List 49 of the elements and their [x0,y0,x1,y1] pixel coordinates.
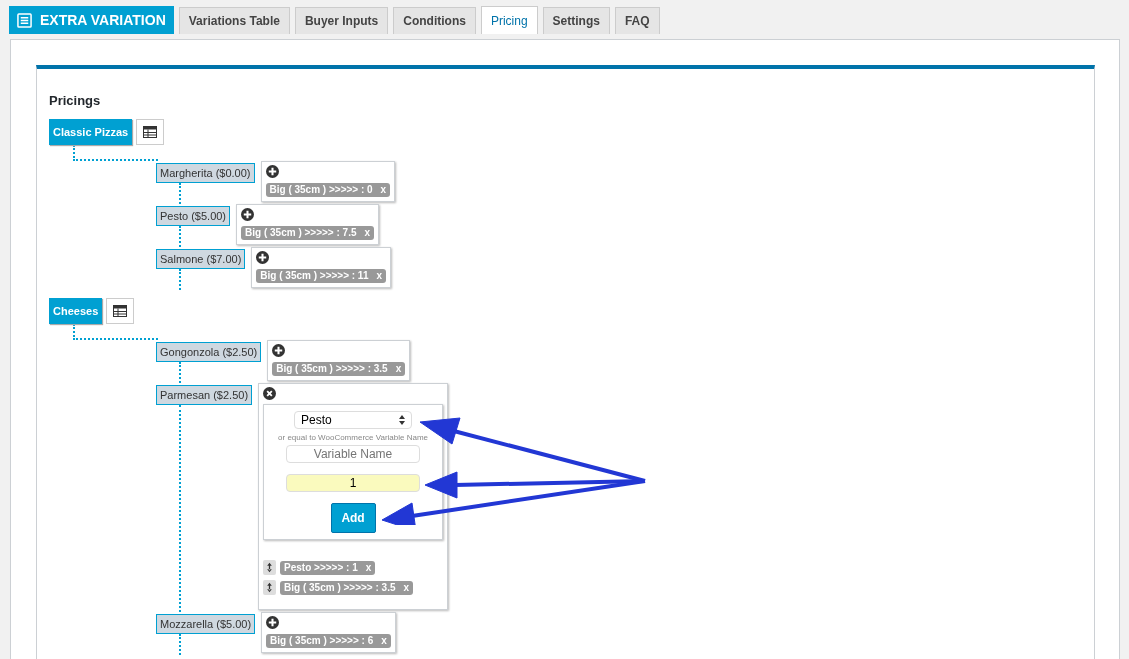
remove-tag-button[interactable]: x [376,270,382,282]
hint-text: or equal to WooCommerce Variable Name [278,433,429,442]
variation-select[interactable]: Pesto [294,411,413,429]
tag-text: Big ( 35cm ) >>>>> : 3.5 [284,581,396,594]
remove-tag-button[interactable]: x [364,227,371,239]
table-icon [113,305,128,317]
tab[interactable]: Settings [542,7,610,34]
price-field[interactable]: 1 [286,474,421,492]
tab[interactable]: Conditions [393,7,476,34]
close-icon[interactable] [263,387,277,400]
tag-text: Big ( 35cm ) >>>>> : 11 [260,270,369,282]
table-button[interactable] [106,298,135,324]
add-icon[interactable] [265,165,279,178]
remove-tag-button[interactable]: x [380,184,387,196]
tag-text: Big ( 35cm ) >>>>> : 7.5 [245,227,357,239]
tab[interactable]: FAQ [614,7,660,34]
list-icon [17,12,32,28]
add-icon[interactable] [241,208,255,221]
add-icon[interactable] [256,251,270,264]
remove-tag-button[interactable]: x [403,581,410,594]
table-icon [143,126,158,138]
tab[interactable]: Variations Table [178,7,290,34]
remove-tag-button[interactable]: x [395,363,402,375]
tab[interactable]: Pricing [480,6,538,34]
plugin-name: EXTRA VARIATION [40,12,166,28]
product-label: Gongonzola ($2.50) [156,342,262,362]
category-button[interactable]: Cheeses [49,298,103,324]
table-button[interactable] [136,119,165,145]
category-button[interactable]: Classic Pizzas [49,119,133,145]
add-icon[interactable] [272,344,286,357]
product-label: Parmesan ($2.50) [156,385,253,405]
tag-text: Big ( 35cm ) >>>>> : 3.5 [276,363,388,375]
drag-handle-icon[interactable] [263,560,277,575]
product-label: Pesto ($5.00) [156,206,231,226]
remove-tag-button[interactable]: x [381,635,387,647]
add-icon[interactable] [266,616,280,629]
drag-handle-icon[interactable] [263,580,277,595]
product-label: Mozzarella ($5.00) [156,614,256,634]
tab[interactable]: Buyer Inputs [294,7,389,34]
add-button[interactable]: Add [330,503,376,533]
product-label: Salmone ($7.00) [156,249,246,269]
tag-text: Pesto >>>>> : 1 [284,561,358,574]
product-label: Margherita ($0.00) [156,163,255,183]
sort-arrows-icon [399,415,406,425]
remove-tag-button[interactable]: x [365,561,372,574]
tag-text: Big ( 35cm ) >>>>> : 6 [270,635,374,647]
section-heading: Pricings [49,93,102,108]
variable-name-field[interactable]: Variable Name [286,445,421,463]
tag-text: Big ( 35cm ) >>>>> : 0 [269,184,373,196]
